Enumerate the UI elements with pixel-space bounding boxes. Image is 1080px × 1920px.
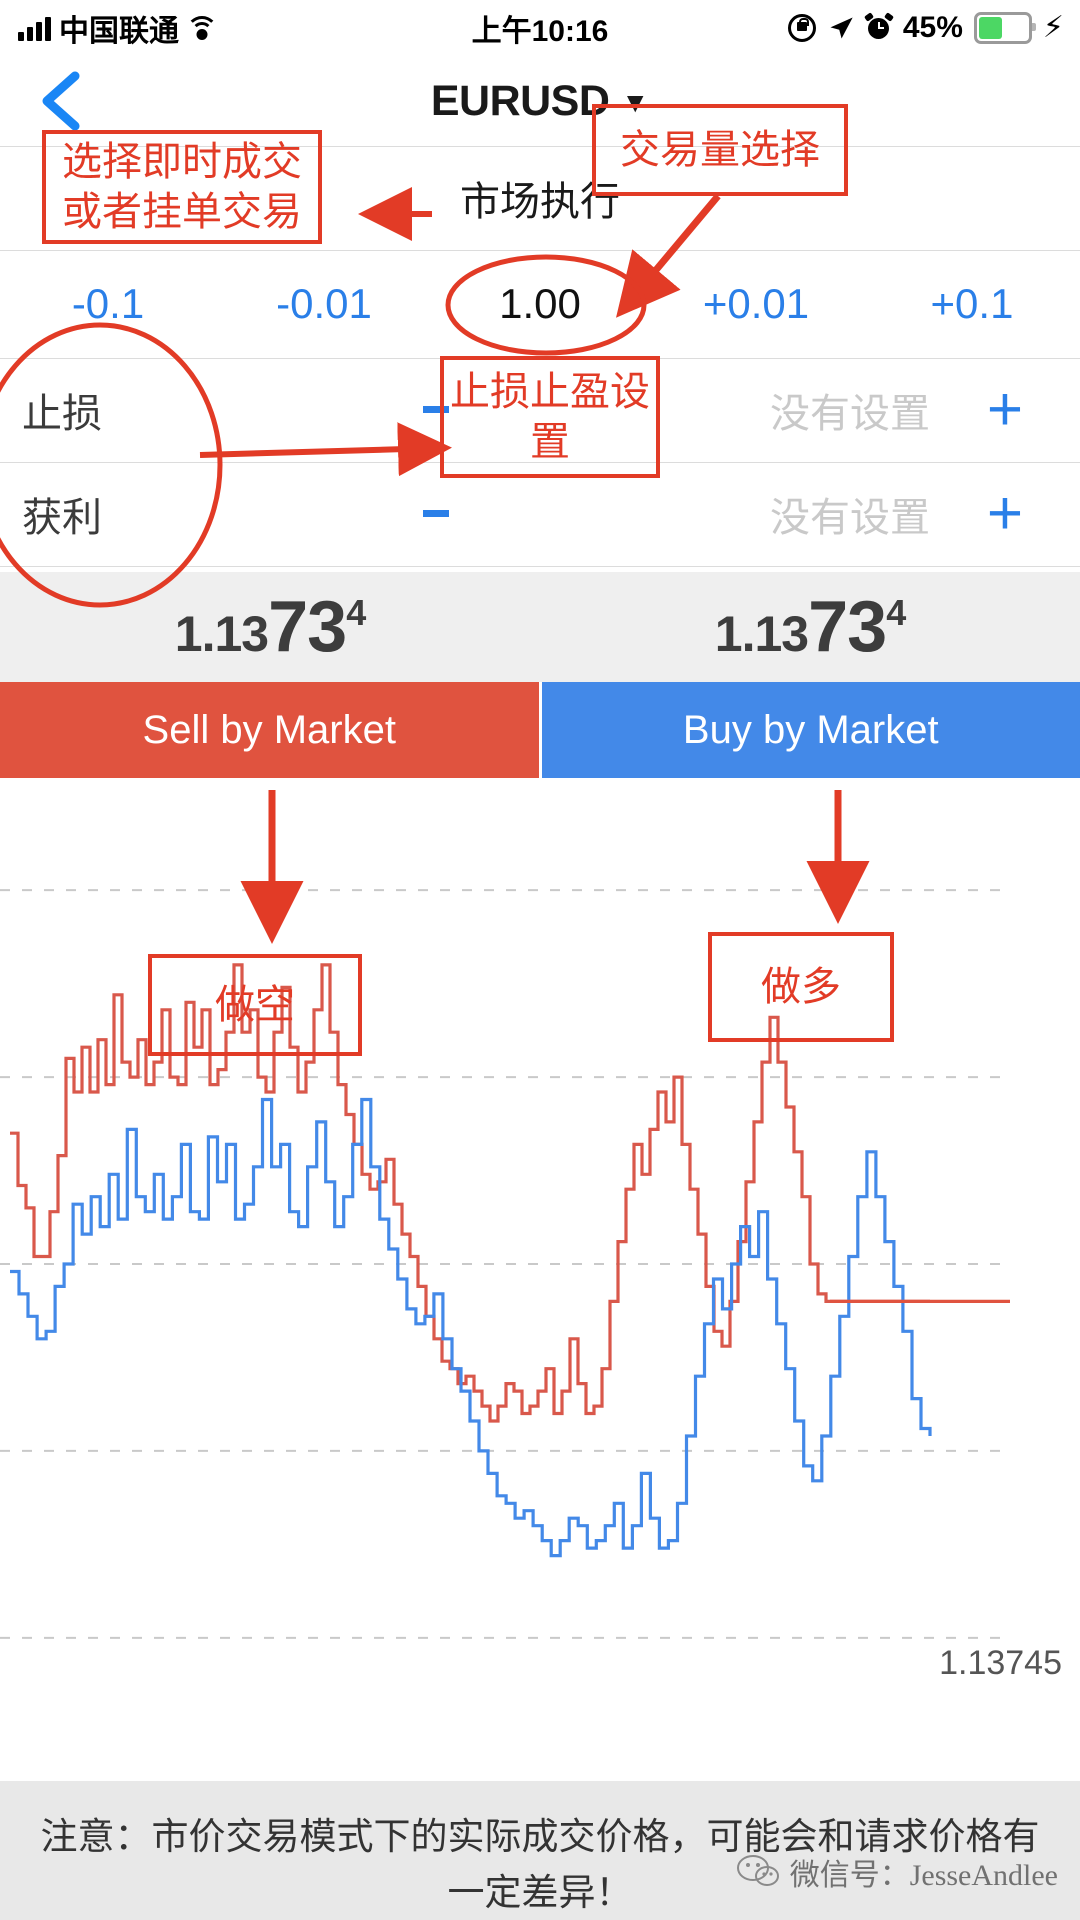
volume-plus-01-button[interactable]: +0.1: [864, 280, 1080, 328]
symbol-label: EURUSD: [430, 76, 610, 125]
volume-value[interactable]: 1.00: [432, 280, 648, 328]
status-bar-right: 45% ⚡: [787, 0, 1064, 56]
sell-by-market-button[interactable]: Sell by Market: [0, 682, 539, 778]
execution-type-row[interactable]: 市场执行: [0, 146, 1080, 250]
wechat-ghost-icon: [736, 1852, 780, 1892]
execution-type-label: 市场执行: [460, 180, 620, 224]
charging-bolt-icon: ⚡: [1042, 11, 1064, 44]
take-profit-value: 没有设置: [770, 496, 930, 540]
nav-header: EURUSD ▼: [0, 56, 1080, 146]
status-bar: 中国联通 上午10:16 45% ⚡: [0, 0, 1080, 56]
volume-plus-001-button[interactable]: +0.01: [648, 280, 864, 328]
take-profit-label: 获利: [22, 496, 102, 540]
app-screen: 中国联通 上午10:16 45% ⚡ EURUSD ▼ 市场执行 -0.1 -0…: [0, 0, 1080, 1920]
take-profit-row[interactable]: 获利 没有设置 +: [0, 462, 1080, 566]
trade-buttons: Sell by Market Buy by Market: [0, 682, 1080, 778]
watermark-label: 微信号：JesseAndlee: [789, 1859, 1058, 1892]
location-arrow-icon: [827, 14, 855, 42]
volume-minus-01-button[interactable]: -0.1: [0, 280, 216, 328]
stop-loss-minus-button[interactable]: [272, 401, 600, 419]
chart-series-bid: [10, 1097, 932, 1558]
ask-price-sup: 4: [886, 592, 906, 633]
footer-notice: 注意：市价交易模式下的实际成交价格，可能会和请求价格有一定差异！ 微信号：Jes…: [0, 1781, 1080, 1920]
tick-chart[interactable]: 1.137451.137401.137351.137301.137251.137…: [0, 778, 1080, 1750]
chart-svg: [0, 889, 1010, 1639]
alarm-clock-icon: [863, 12, 894, 41]
buy-by-market-button[interactable]: Buy by Market: [538, 682, 1080, 778]
chart-series-ask: [10, 963, 930, 1423]
divider: [0, 566, 1080, 567]
quote-panel: 1.13 73 4 1.13 73 4: [0, 572, 1080, 682]
ask-price-big: 73: [808, 587, 887, 667]
stop-loss-value: 没有设置: [770, 392, 930, 436]
stop-loss-label: 止损: [22, 392, 102, 436]
watermark: 微信号：JesseAndlee: [736, 1850, 1058, 1894]
chart-ytick-label: 1.13745: [939, 1644, 1062, 1683]
take-profit-plus-button[interactable]: +: [930, 483, 1080, 545]
bid-price-sup: 4: [346, 592, 366, 633]
orientation-lock-icon: [787, 14, 816, 42]
volume-minus-001-button[interactable]: -0.01: [216, 280, 432, 328]
stop-loss-row[interactable]: 止损 没有设置 +: [0, 358, 1080, 462]
battery-icon: [973, 12, 1036, 44]
chevron-down-icon: ▼: [621, 87, 650, 118]
take-profit-minus-button[interactable]: [272, 505, 600, 523]
volume-row: -0.1 -0.01 1.00 +0.01 +0.1: [0, 250, 1080, 358]
symbol-selector[interactable]: EURUSD ▼: [0, 56, 1080, 146]
stop-loss-plus-button[interactable]: +: [930, 379, 1080, 441]
clock-label: 上午10:16: [471, 15, 609, 48]
bid-price-big: 73: [268, 587, 347, 667]
ask-price-lead: 1.13: [714, 606, 809, 662]
battery-percent-label: 45%: [902, 11, 963, 44]
bid-price: 1.13 73 4: [0, 572, 540, 682]
ask-price: 1.13 73 4: [540, 572, 1080, 682]
bid-price-lead: 1.13: [174, 606, 269, 662]
